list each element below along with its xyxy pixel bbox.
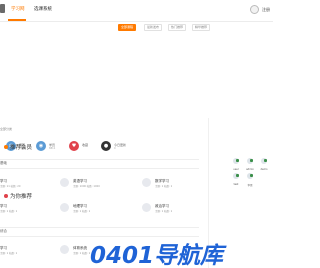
member-item[interactable]: user <box>230 158 242 172</box>
heart-icon <box>4 145 8 149</box>
member-item[interactable]: 李思 <box>244 173 256 187</box>
course-meta: 主题: 1 帖数: 1 <box>155 185 173 188</box>
nav-item-learn[interactable]: 学习网 <box>11 6 25 12</box>
member-avatar[interactable] <box>247 173 253 179</box>
member-item[interactable]: demo <box>258 158 270 172</box>
member-avatar[interactable] <box>247 158 253 164</box>
stat-value: 0 <box>114 147 116 150</box>
course-icon <box>60 203 69 212</box>
member-avatar[interactable] <box>261 158 267 164</box>
divider <box>0 227 199 228</box>
nav-item-course-system[interactable]: 选课系统 <box>34 6 52 12</box>
member-item[interactable]: admin <box>244 158 256 172</box>
course-icon <box>60 178 69 187</box>
course-item[interactable]: 学习 主题: 11 帖数: 20 <box>0 178 50 190</box>
course-meta: 主题: 11 帖数: 20 <box>0 185 21 188</box>
divider <box>0 159 199 160</box>
course-meta: 主题: 1 帖数: 1 <box>73 252 91 255</box>
filter-all[interactable]: 全部课程 <box>118 24 136 31</box>
divider <box>0 168 199 169</box>
heart-icon: ♥ <box>69 141 79 151</box>
recommend-heading: 为你推荐 <box>4 192 32 200</box>
heart-icon <box>4 194 8 198</box>
stat-today: ● 今日更新 0 <box>101 141 151 153</box>
course-icon <box>60 245 69 254</box>
filter-hot[interactable]: 热门推荐 <box>168 24 186 31</box>
filter-latest[interactable]: 最新发布 <box>144 24 162 31</box>
member-avatar[interactable] <box>233 173 239 179</box>
top-nav: 学习网 选课系统 注册 <box>0 0 273 22</box>
group-icon: ◉ <box>36 141 46 151</box>
page: 学习网 选课系统 注册 全部课程 最新发布 热门推荐 精华推荐 全部分类 ◎ 课… <box>0 0 273 268</box>
course-icon <box>142 203 151 212</box>
recommended-members-title: 推荐会员 <box>10 145 33 151</box>
course-item[interactable]: 英语学习 主题: 1000 帖数: 1000 <box>60 178 130 190</box>
member-name[interactable]: test <box>230 183 242 186</box>
member-name[interactable]: demo <box>258 168 270 171</box>
course-item[interactable]: 数学学习 主题: 1 帖数: 1 <box>142 178 197 190</box>
watermark: 0401导航库 <box>90 236 273 268</box>
recommended-members-heading: 推荐会员 <box>4 143 32 151</box>
course-item[interactable]: 地理学习 主题: 1 帖数: 1 <box>60 203 130 215</box>
course-meta: 主题: 1 帖数: 1 <box>155 210 173 213</box>
login-link[interactable]: 注册 <box>262 7 270 13</box>
member-name[interactable]: 李思 <box>244 183 256 187</box>
member-name[interactable]: admin <box>244 168 256 171</box>
section-caption: 全部分类 <box>0 127 13 131</box>
course-item[interactable]: 政治学习 主题: 1 帖数: 1 <box>142 203 197 215</box>
nav-active-indicator <box>8 19 26 21</box>
user-avatar-icon[interactable] <box>250 5 259 14</box>
course-item[interactable]: 学习 主题: 1 帖数: 1 <box>0 245 50 257</box>
watermark-text: 0401导航库 <box>90 243 224 268</box>
user-icon: ● <box>101 141 111 151</box>
filter-featured[interactable]: 精华推荐 <box>192 24 210 31</box>
site-logo[interactable] <box>0 4 5 13</box>
course-item[interactable]: 学习 主题: 1 帖数: 1 <box>0 203 50 215</box>
course-meta: 主题: 1000 帖数: 1000 <box>73 185 100 188</box>
course-meta: 主题: 1 帖数: 1 <box>73 210 91 213</box>
course-icon <box>142 178 151 187</box>
group-title: 基础 <box>0 161 7 165</box>
stat-label: 收藏 <box>82 143 89 147</box>
member-avatar[interactable] <box>233 158 239 164</box>
member-name[interactable]: user <box>230 168 242 171</box>
stat-value: 8811 <box>49 147 56 150</box>
course-meta: 主题: 1 帖数: 1 <box>0 252 18 255</box>
member-item[interactable]: test <box>230 173 242 187</box>
course-meta: 主题: 1 帖数: 1 <box>0 210 18 213</box>
group-title: 综合 <box>0 229 7 233</box>
recommend-title: 为你推荐 <box>10 194 33 200</box>
